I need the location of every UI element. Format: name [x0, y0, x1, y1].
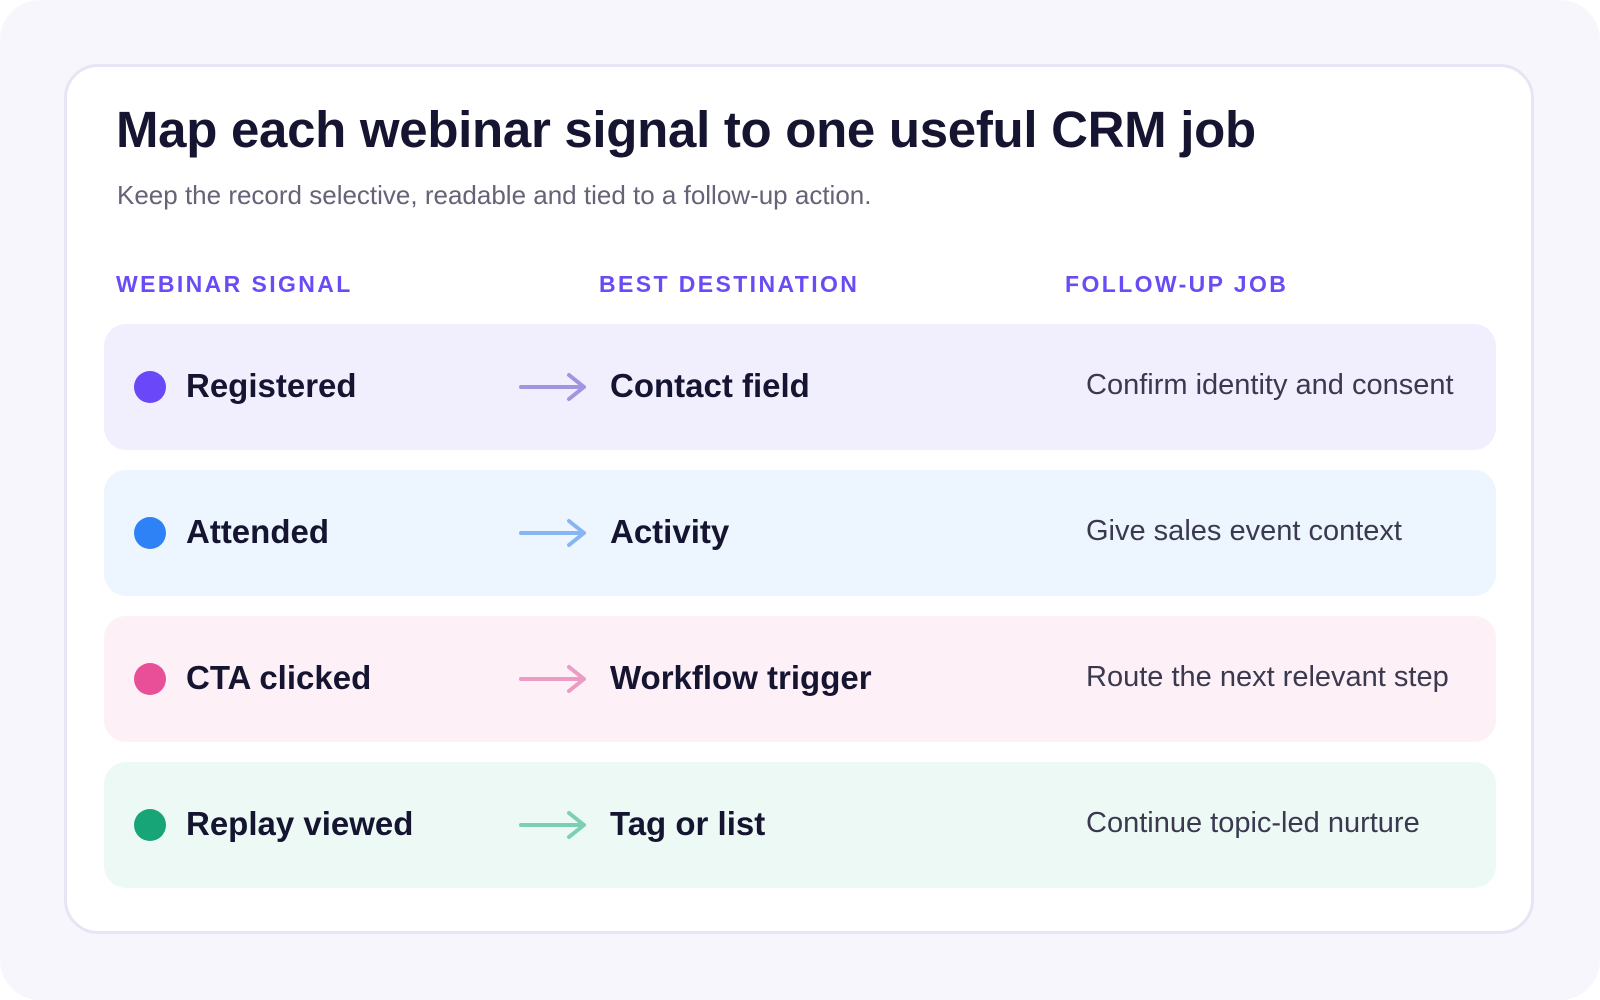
follow-up-job-text: Continue topic-led nurture	[1086, 807, 1420, 839]
follow-up-job-text: Route the next relevant step	[1086, 661, 1449, 693]
mapping-row-replay-viewed: Replay viewed Tag or list Continue topic…	[104, 762, 1496, 888]
destination-label: Tag or list	[610, 805, 766, 842]
mapping-row-cta-clicked: CTA clicked Workflow trigger Route the n…	[104, 616, 1496, 742]
arrow-right-icon	[519, 519, 586, 547]
follow-up-job-text: Confirm identity and consent	[1086, 369, 1454, 401]
column-header-job: FOLLOW-UP JOB	[1065, 271, 1289, 297]
signal-label: CTA clicked	[186, 659, 372, 696]
signal-label: Attended	[186, 513, 329, 550]
page-subtitle: Keep the record selective, readable and …	[117, 180, 872, 210]
page-title: Map each webinar signal to one useful CR…	[116, 101, 1256, 158]
column-header-destination: BEST DESTINATION	[599, 271, 860, 297]
signal-dot-icon	[134, 517, 166, 549]
follow-up-job-text: Give sales event context	[1086, 515, 1402, 547]
mapping-row-attended: Attended Activity Give sales event conte…	[104, 470, 1496, 596]
mapping-row-registered: Registered Contact field Confirm identit…	[104, 324, 1496, 450]
signal-dot-icon	[134, 371, 166, 403]
destination-label: Workflow trigger	[610, 659, 872, 696]
destination-label: Activity	[610, 513, 730, 550]
signal-label: Replay viewed	[186, 805, 414, 842]
arrow-right-icon	[519, 373, 586, 401]
signal-dot-icon	[134, 809, 166, 841]
destination-label: Contact field	[610, 367, 810, 404]
arrow-right-icon	[519, 811, 586, 839]
arrow-right-icon	[519, 665, 586, 693]
column-header-signal: WEBINAR SIGNAL	[116, 271, 353, 297]
signal-dot-icon	[134, 663, 166, 695]
signal-label: Registered	[186, 367, 357, 404]
